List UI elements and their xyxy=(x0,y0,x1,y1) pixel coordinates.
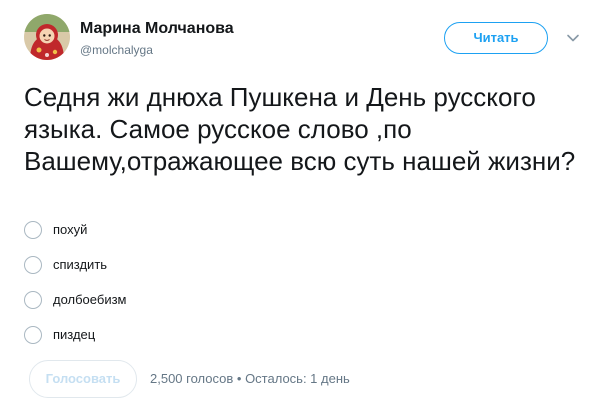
radio-button[interactable] xyxy=(24,256,42,274)
author-handle[interactable]: @molchalyga xyxy=(80,42,234,58)
follow-button[interactable]: Читать xyxy=(444,22,548,54)
author-block: Марина Молчанова @molchalyga xyxy=(80,19,234,58)
vote-button[interactable]: Голосовать xyxy=(29,360,137,398)
poll-option[interactable]: спиздить xyxy=(24,253,564,288)
poll-meta: 2,500 голосов • Осталось: 1 день xyxy=(150,371,350,386)
poll-option-label: пиздец xyxy=(53,327,96,342)
poll-option[interactable]: пиздец xyxy=(24,323,564,358)
masha-cartoon-avatar-icon xyxy=(24,14,70,60)
radio-button[interactable] xyxy=(24,221,42,239)
poll-option-label: похуй xyxy=(53,222,88,237)
poll-option[interactable]: похуй xyxy=(24,218,564,253)
author-name[interactable]: Марина Молчанова xyxy=(80,19,234,39)
poll: похуй спиздить долбоебизм пиздец xyxy=(24,218,564,358)
poll-option-label: долбоебизм xyxy=(53,292,127,307)
radio-button[interactable] xyxy=(24,326,42,344)
chevron-down-icon[interactable] xyxy=(566,33,580,43)
poll-option[interactable]: долбоебизм xyxy=(24,288,564,323)
avatar[interactable] xyxy=(24,14,70,60)
radio-button[interactable] xyxy=(24,291,42,309)
poll-option-label: спиздить xyxy=(53,257,108,272)
tweet-text: Седня жи днюха Пушкена и День русского я… xyxy=(24,82,576,176)
